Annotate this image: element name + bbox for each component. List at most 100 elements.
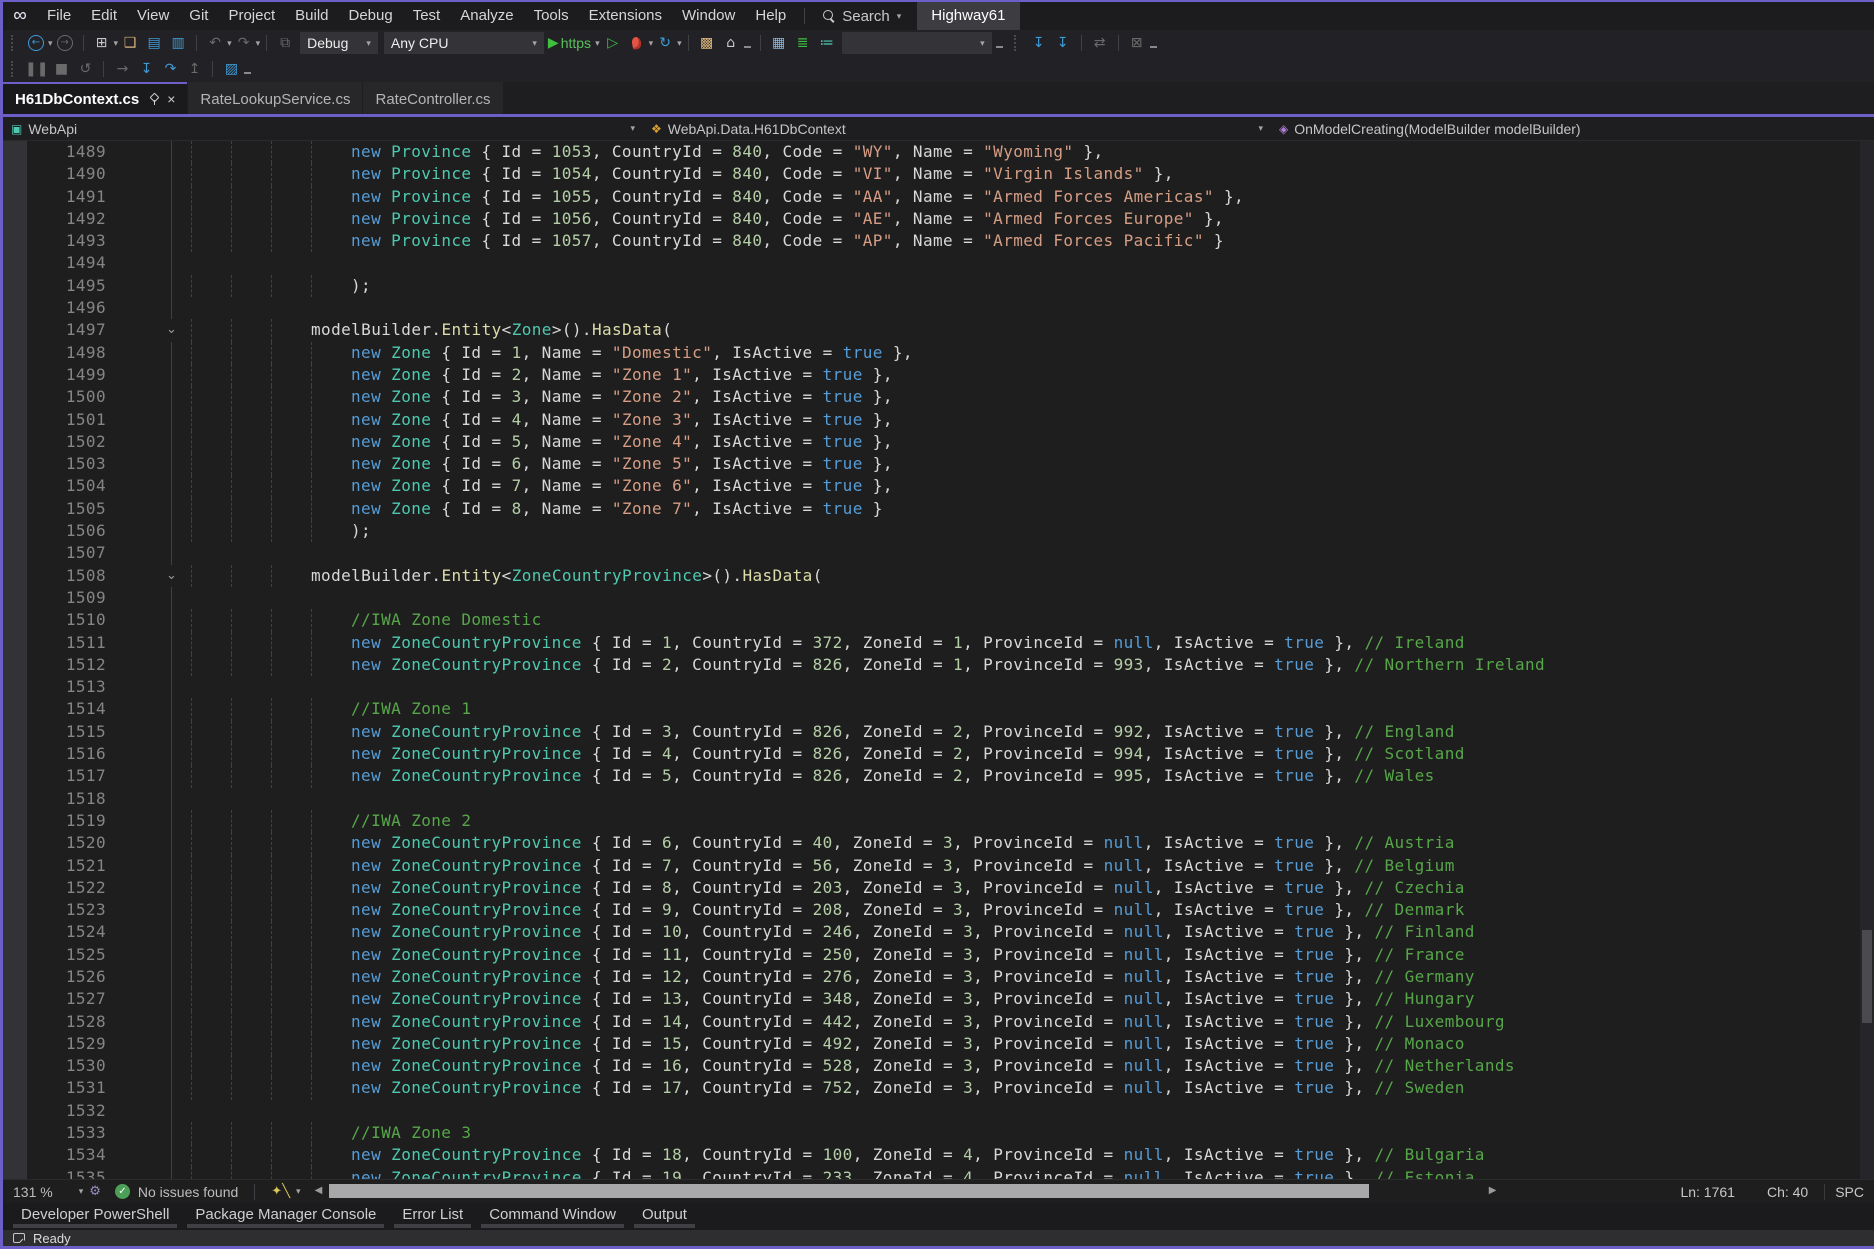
- code-line-text[interactable]: new ZoneCountryProvince { Id = 5, Countr…: [151, 765, 1860, 787]
- restart-dropdown[interactable]: ▾: [677, 38, 682, 49]
- menu-item-debug[interactable]: Debug: [339, 2, 403, 30]
- code-line-text[interactable]: new Zone { Id = 5, Name = "Zone 4", IsAc…: [151, 431, 1860, 453]
- undo-dropdown[interactable]: ▾: [227, 38, 232, 49]
- redo-button[interactable]: ↷: [233, 32, 255, 54]
- panel-tab-output[interactable]: Output: [632, 1203, 697, 1230]
- panel-tab-package-manager-console[interactable]: Package Manager Console: [185, 1203, 386, 1230]
- navigate-backward-button[interactable]: ←: [25, 32, 47, 54]
- column-indicator[interactable]: Ch: 40: [1751, 1184, 1824, 1200]
- code-line-text[interactable]: modelBuilder.Entity<Zone>().HasData(: [151, 319, 1860, 341]
- menu-item-analyze[interactable]: Analyze: [450, 2, 523, 30]
- horizontal-scrollbar[interactable]: ◀ ▶: [315, 1180, 1665, 1203]
- breadcrumb-type[interactable]: ❖ WebApi.Data.H61DbContext ▾: [643, 117, 1271, 140]
- scroll-right-arrow[interactable]: ▶: [1489, 1185, 1497, 1196]
- step-over-button[interactable]: ↷: [159, 58, 181, 80]
- code-line[interactable]: 1498new Zone { Id = 1, Name = "Domestic"…: [3, 342, 1860, 364]
- code-line-text[interactable]: new ZoneCountryProvince { Id = 7, Countr…: [151, 855, 1860, 877]
- code-line[interactable]: 1500new Zone { Id = 3, Name = "Zone 2", …: [3, 386, 1860, 408]
- panel-tab-error-list[interactable]: Error List: [392, 1203, 473, 1230]
- open-file-button[interactable]: ❑: [119, 32, 141, 54]
- document-tab-ratecontroller-cs[interactable]: RateController.cs: [363, 82, 502, 114]
- toolbar-grip[interactable]: [1014, 35, 1020, 51]
- code-line[interactable]: 1511new ZoneCountryProvince { Id = 1, Co…: [3, 632, 1860, 654]
- code-line[interactable]: 1490new Province { Id = 1054, CountryId …: [3, 163, 1860, 185]
- code-line-text[interactable]: );: [151, 275, 1860, 297]
- code-line-text[interactable]: new ZoneCountryProvince { Id = 4, Countr…: [151, 743, 1860, 765]
- undo-button[interactable]: ↶: [204, 32, 226, 54]
- code-line-text[interactable]: new Province { Id = 1054, CountryId = 84…: [151, 163, 1860, 185]
- hot-reload-button[interactable]: [626, 32, 648, 54]
- code-line[interactable]: 1493new Province { Id = 1057, CountryId …: [3, 230, 1860, 252]
- menu-item-help[interactable]: Help: [745, 2, 796, 30]
- new-project-button[interactable]: ⊞: [91, 32, 113, 54]
- menu-item-file[interactable]: File: [37, 2, 81, 30]
- code-line[interactable]: 1499new Zone { Id = 2, Name = "Zone 1", …: [3, 364, 1860, 386]
- breakpoints-window-button[interactable]: ▨: [220, 58, 242, 80]
- code-line[interactable]: 1525new ZoneCountryProvince { Id = 11, C…: [3, 944, 1860, 966]
- import-schema-button[interactable]: ↧: [1052, 32, 1074, 54]
- code-line-text[interactable]: new Zone { Id = 7, Name = "Zone 6", IsAc…: [151, 475, 1860, 497]
- code-line-text[interactable]: new ZoneCountryProvince { Id = 10, Count…: [151, 921, 1860, 943]
- solution-platform-combobox[interactable]: Any CPU ▾: [384, 32, 544, 54]
- close-icon[interactable]: ×: [167, 91, 175, 107]
- code-line[interactable]: 1517new ZoneCountryProvince { Id = 5, Co…: [3, 765, 1860, 787]
- restart-application-button[interactable]: ↻: [654, 32, 676, 54]
- code-line-text[interactable]: new Zone { Id = 4, Name = "Zone 3", IsAc…: [151, 409, 1860, 431]
- code-line[interactable]: 1505new Zone { Id = 8, Name = "Zone 7", …: [3, 498, 1860, 520]
- menu-item-build[interactable]: Build: [285, 2, 338, 30]
- code-cleanup-dropdown[interactable]: ▾: [296, 1186, 301, 1197]
- code-line-text[interactable]: //IWA Zone 3: [151, 1122, 1860, 1144]
- code-line-text[interactable]: new Zone { Id = 2, Name = "Zone 1", IsAc…: [151, 364, 1860, 386]
- code-line[interactable]: 1491new Province { Id = 1055, CountryId …: [3, 186, 1860, 208]
- panel-tab-command-window[interactable]: Command Window: [479, 1203, 626, 1230]
- code-line[interactable]: 1506);: [3, 520, 1860, 542]
- menu-item-git[interactable]: Git: [179, 2, 218, 30]
- menu-item-window[interactable]: Window: [672, 2, 745, 30]
- code-cleanup-broom-icon[interactable]: ✦╲: [271, 1184, 290, 1199]
- zoom-control[interactable]: 131 % ▾: [3, 1184, 89, 1200]
- code-line-text[interactable]: //IWA Zone 2: [151, 810, 1860, 832]
- code-line[interactable]: 1503new Zone { Id = 6, Name = "Zone 5", …: [3, 453, 1860, 475]
- hot-reload-dropdown[interactable]: ▾: [649, 38, 654, 49]
- find-in-files-button[interactable]: ▩: [696, 32, 718, 54]
- code-line-text[interactable]: //IWA Zone 1: [151, 698, 1860, 720]
- code-line-text[interactable]: new ZoneCountryProvince { Id = 8, Countr…: [151, 877, 1860, 899]
- navigate-history-button[interactable]: ⧉: [274, 32, 296, 54]
- import-data-button[interactable]: ↧: [1028, 32, 1050, 54]
- document-tab-ratelookupservice-cs[interactable]: RateLookupService.cs: [188, 82, 362, 114]
- code-line-text[interactable]: new ZoneCountryProvince { Id = 6, Countr…: [151, 832, 1860, 854]
- code-line[interactable]: 1527new ZoneCountryProvince { Id = 13, C…: [3, 988, 1860, 1010]
- code-line-text[interactable]: modelBuilder.Entity<ZoneCountryProvince>…: [151, 565, 1860, 587]
- code-line-text[interactable]: new ZoneCountryProvince { Id = 12, Count…: [151, 966, 1860, 988]
- start-without-debugging-button[interactable]: ▷: [602, 32, 624, 54]
- code-line[interactable]: 1502new Zone { Id = 5, Name = "Zone 4", …: [3, 431, 1860, 453]
- pin-icon[interactable]: [149, 93, 159, 105]
- line-number-indicator[interactable]: Ln: 1761: [1664, 1184, 1751, 1200]
- fold-collapse-icon[interactable]: ⌄: [161, 565, 182, 587]
- code-line-text[interactable]: new ZoneCountryProvince { Id = 18, Count…: [151, 1144, 1860, 1166]
- code-line[interactable]: 1526new ZoneCountryProvince { Id = 12, C…: [3, 966, 1860, 988]
- code-line[interactable]: 1522new ZoneCountryProvince { Id = 8, Co…: [3, 877, 1860, 899]
- redo-dropdown[interactable]: ▾: [256, 38, 261, 49]
- toolbar-grip[interactable]: [11, 35, 17, 51]
- search-control[interactable]: Search ▾: [813, 8, 911, 25]
- code-line[interactable]: 1528new ZoneCountryProvince { Id = 14, C…: [3, 1011, 1860, 1033]
- code-line[interactable]: 1513: [3, 676, 1860, 698]
- document-health-indicator[interactable]: ✓ No issues found: [115, 1184, 238, 1200]
- code-line[interactable]: 1518: [3, 788, 1860, 810]
- code-line[interactable]: 1496: [3, 297, 1860, 319]
- text-search-combobox[interactable]: ▾: [842, 32, 992, 54]
- breadcrumb-project[interactable]: ▣ WebApi ▾: [3, 117, 643, 140]
- breadcrumb-member[interactable]: ◈ OnModelCreating(ModelBuilder modelBuil…: [1271, 117, 1874, 140]
- sort-lines-button[interactable]: ≣: [792, 32, 814, 54]
- document-tab-h61dbcontext-cs[interactable]: H61DbContext.cs×: [3, 82, 187, 114]
- code-line-text[interactable]: new ZoneCountryProvince { Id = 13, Count…: [151, 988, 1860, 1010]
- solution-name-badge[interactable]: Highway61: [917, 2, 1019, 30]
- fold-collapse-icon[interactable]: ⌄: [161, 319, 182, 341]
- code-line[interactable]: 1489new Province { Id = 1053, CountryId …: [3, 141, 1860, 163]
- code-line-text[interactable]: new Province { Id = 1057, CountryId = 84…: [151, 230, 1860, 252]
- code-line-text[interactable]: new Zone { Id = 6, Name = "Zone 5", IsAc…: [151, 453, 1860, 475]
- code-line[interactable]: 1534new ZoneCountryProvince { Id = 18, C…: [3, 1144, 1860, 1166]
- code-line-text[interactable]: new ZoneCountryProvince { Id = 15, Count…: [151, 1033, 1860, 1055]
- sync-document-button[interactable]: ⇄: [1089, 32, 1111, 54]
